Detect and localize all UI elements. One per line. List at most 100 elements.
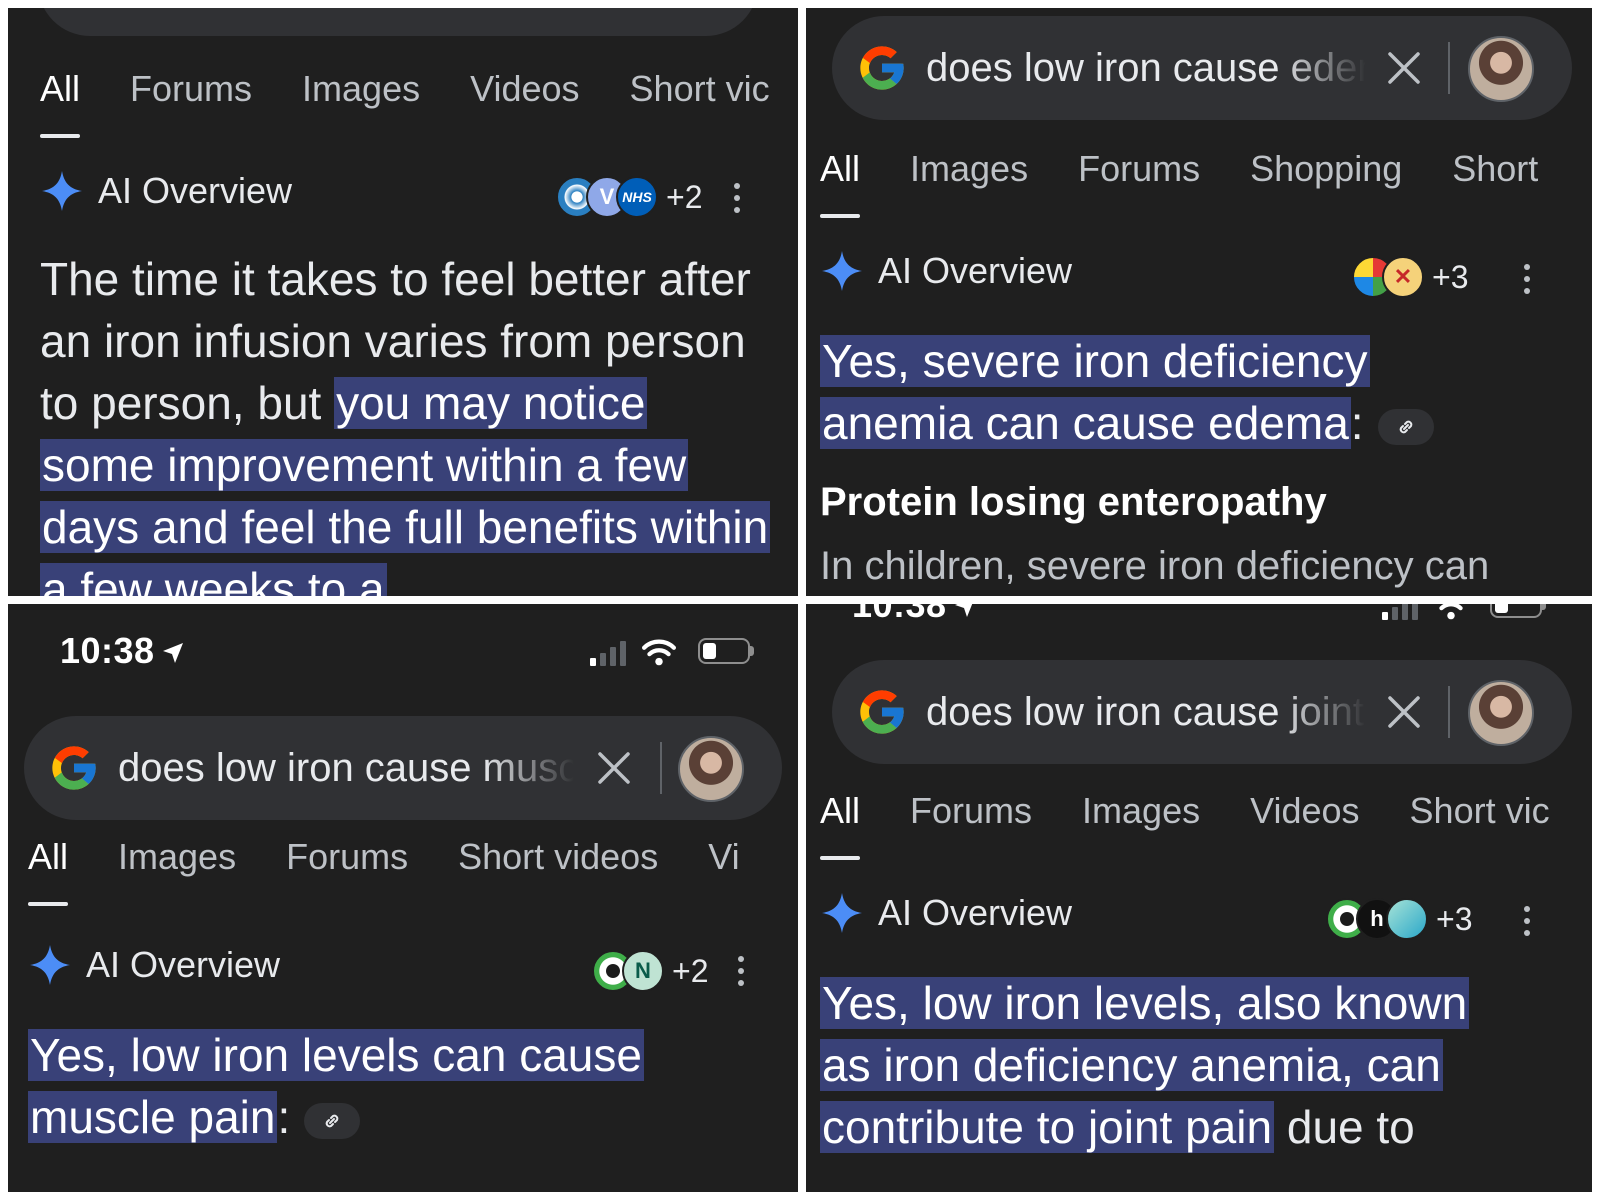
tab-images[interactable]: Images: [302, 68, 420, 110]
battery-icon: [1490, 604, 1546, 618]
search-bar[interactable]: does low iron cause edema: [832, 16, 1572, 120]
tab-short-videos[interactable]: Short vic: [1410, 790, 1550, 832]
more-options-icon[interactable]: [1524, 906, 1532, 936]
location-arrow-icon: [954, 604, 972, 617]
close-icon[interactable]: [594, 748, 634, 788]
tab-all[interactable]: All: [40, 68, 81, 138]
screenshot-panel-1: All Forums Images Videos Short vic AI Ov…: [8, 8, 798, 596]
close-icon[interactable]: [1384, 48, 1424, 88]
source-favicons[interactable]: V NHS +2: [556, 176, 702, 218]
answer-text: :: [277, 1091, 291, 1143]
tab-videos[interactable]: Videos: [470, 68, 579, 110]
nhs-icon: NHS: [616, 176, 658, 218]
tab-short-videos[interactable]: Short vic: [630, 68, 770, 110]
ai-overview-label: AI Overview: [878, 892, 1073, 933]
tab-videos[interactable]: Vi: [708, 836, 739, 878]
google-logo-icon: [860, 690, 904, 734]
tab-all[interactable]: All: [820, 790, 861, 860]
battery-icon: [698, 638, 754, 664]
tab-all[interactable]: All: [820, 148, 861, 218]
section-heading: Protein losing enteropathy: [820, 480, 1327, 524]
answer-highlight: Yes, severe iron deficiency anemia can c…: [820, 335, 1370, 449]
sparkle-icon: [30, 945, 70, 985]
cellular-signal-icon: [1382, 604, 1418, 620]
tab-shopping[interactable]: Shopping: [1250, 148, 1402, 190]
tab-short-videos[interactable]: Short videos: [458, 836, 658, 878]
tab-forums[interactable]: Forums: [130, 68, 252, 110]
letter-n-icon: N: [622, 950, 664, 992]
search-bar[interactable]: does low iron cause muscle pain: [24, 716, 782, 820]
tab-videos[interactable]: Videos: [1250, 790, 1359, 832]
answer-text: due to: [1274, 1101, 1415, 1153]
search-bar[interactable]: does low iron cause joint pain: [832, 660, 1572, 764]
search-query[interactable]: does low iron cause muscle pain: [118, 716, 574, 820]
search-bar-divider: [1448, 686, 1450, 738]
leaf-logo-icon: [1386, 898, 1428, 940]
red-x-logo-icon: ✕: [1382, 256, 1424, 298]
tab-forums[interactable]: Forums: [1078, 148, 1200, 190]
search-tabs: All Forums Images Videos Short vic: [820, 790, 1592, 860]
search-tabs: All Images Forums Shopping Short: [820, 148, 1588, 218]
search-query[interactable]: does low iron cause edema: [926, 16, 1366, 120]
more-options-icon[interactable]: [734, 183, 742, 213]
search-bar-divider: [1448, 42, 1450, 94]
ai-overview-answer: Yes, low iron levels, also known as iron…: [820, 972, 1510, 1158]
avatar[interactable]: [1468, 680, 1534, 746]
source-favicons[interactable]: N +2: [592, 950, 708, 992]
source-link-chip[interactable]: [304, 1102, 361, 1139]
tab-all[interactable]: All: [28, 836, 69, 906]
time-text: 10:38: [60, 630, 155, 671]
search-bar-divider: [660, 742, 662, 794]
more-sources-count: +3: [1436, 900, 1473, 937]
status-time: 10:38: [852, 604, 977, 626]
section-text: In children, severe iron deficiency can: [820, 544, 1490, 588]
screenshot-panel-3: 10:38 does low iron cause muscle pain Al…: [8, 604, 798, 1192]
avatar[interactable]: [678, 736, 744, 802]
source-link-chip[interactable]: [1377, 408, 1434, 445]
google-logo-icon: [52, 746, 96, 790]
ai-overview-header: AI Overview: [822, 250, 1072, 292]
search-bar[interactable]: [38, 8, 758, 36]
more-options-icon[interactable]: [738, 956, 746, 986]
tab-forums[interactable]: Forums: [910, 790, 1032, 832]
more-options-icon[interactable]: [1524, 264, 1532, 294]
more-sources-count: +3: [1432, 258, 1469, 295]
close-icon[interactable]: [1384, 692, 1424, 732]
ai-overview-answer: Yes, severe iron deficiency anemia can c…: [820, 330, 1440, 454]
tab-images[interactable]: Images: [1082, 790, 1200, 832]
tab-images[interactable]: Images: [910, 148, 1028, 190]
ai-overview-header: AI Overview: [822, 892, 1072, 934]
wifi-icon: [1439, 604, 1463, 620]
location-arrow-icon: [162, 643, 183, 663]
more-sources-count: +2: [672, 952, 709, 989]
ai-overview-answer: Yes, low iron levels can cause muscle pa…: [28, 1024, 728, 1148]
source-favicons[interactable]: h +3: [1326, 898, 1472, 940]
ai-overview-answer: The time it takes to feel better after a…: [40, 248, 771, 596]
ai-overview-header: AI Overview: [42, 170, 292, 212]
google-logo-icon: [860, 46, 904, 90]
tab-forums[interactable]: Forums: [286, 836, 408, 878]
sparkle-icon: [42, 171, 82, 211]
status-time: 10:38: [60, 630, 185, 672]
screenshot-panel-4: 10:38 does low iron cause joint pain All…: [806, 604, 1592, 1192]
time-text: 10:38: [852, 604, 947, 625]
sparkle-icon: [822, 251, 862, 291]
cellular-signal-icon: [590, 640, 626, 666]
tab-short-videos[interactable]: Short: [1452, 148, 1538, 190]
search-query[interactable]: does low iron cause joint pain: [926, 660, 1366, 764]
ai-overview-header: AI Overview: [30, 944, 280, 986]
source-favicons[interactable]: ✕ +3: [1352, 256, 1468, 298]
avatar[interactable]: [1468, 36, 1534, 102]
link-icon: [325, 1114, 339, 1128]
search-tabs: All Forums Images Videos Short vic: [40, 68, 798, 138]
ai-overview-label: AI Overview: [878, 250, 1073, 291]
more-sources-count: +2: [666, 178, 703, 215]
search-tabs: All Images Forums Short videos Vi: [28, 836, 790, 906]
sparkle-icon: [822, 893, 862, 933]
link-icon: [1399, 420, 1412, 434]
screenshot-panel-2: does low iron cause edema All Images For…: [806, 8, 1592, 596]
ai-overview-label: AI Overview: [86, 944, 281, 985]
answer-text: :: [1350, 397, 1364, 449]
tab-images[interactable]: Images: [118, 836, 236, 878]
ai-overview-label: AI Overview: [98, 170, 293, 211]
